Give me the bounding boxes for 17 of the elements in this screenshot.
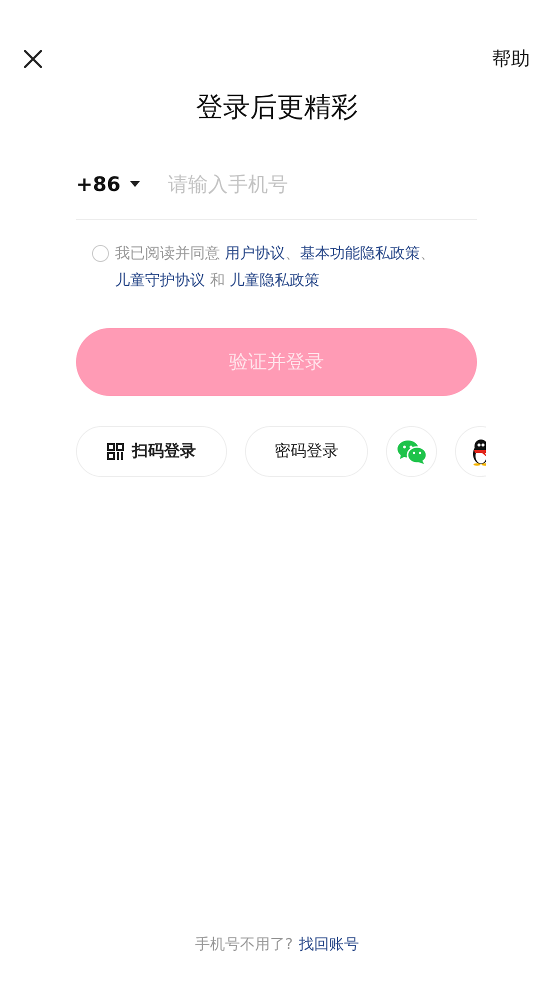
agreement-link[interactable]: 儿童隐私政策 xyxy=(230,271,320,289)
caret-icon xyxy=(130,181,140,187)
chat-bubbles-icon xyxy=(396,438,426,464)
agreement-link[interactable]: 基本功能隐私政策 xyxy=(300,244,420,262)
agreement-link[interactable]: 儿童守护协议 xyxy=(115,271,205,289)
agreement-link[interactable]: 用户协议 xyxy=(224,244,285,262)
password-login-button[interactable]: 密码登录 xyxy=(245,426,368,477)
country-code-selector[interactable]: +86 xyxy=(76,172,168,196)
close-icon[interactable] xyxy=(23,49,43,69)
footer-text: 手机号不用了? xyxy=(195,935,293,954)
recover-account-link[interactable]: 找回账号 xyxy=(298,935,359,954)
agreement-checkbox[interactable] xyxy=(92,245,109,262)
help-link[interactable]: 帮助 xyxy=(492,46,530,72)
qr-login-button[interactable]: 扫码登录 xyxy=(76,426,227,477)
page-title: 登录后更精彩 xyxy=(195,91,359,125)
qr-code-icon xyxy=(107,443,124,460)
agreement-text: 我已阅读并同意 用户协议、基本功能隐私政策、 儿童守护协议 和 儿童隐私政策 xyxy=(115,243,436,291)
